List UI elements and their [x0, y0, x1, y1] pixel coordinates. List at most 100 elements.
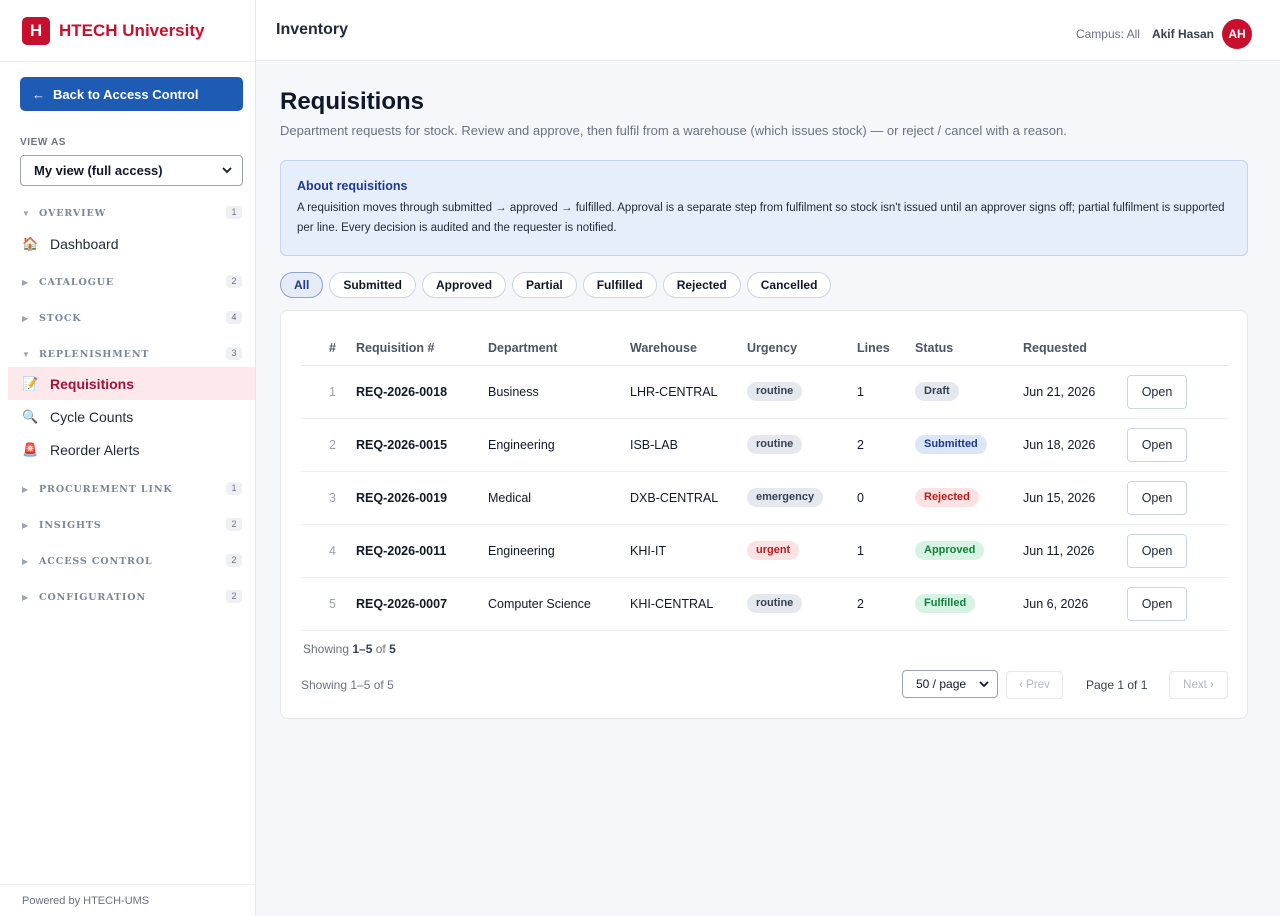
- nav-section-overview[interactable]: ▼ OVERVIEW 1: [0, 202, 256, 224]
- department: Medical: [488, 471, 630, 525]
- sidebar-footer: Powered by HTECH-UMS: [0, 884, 256, 916]
- sidebar-item-reorder-alerts[interactable]: 🚨 Reorder Alerts: [8, 433, 255, 466]
- nav-section-label: OVERVIEW: [39, 207, 107, 219]
- lines-count: 1: [857, 365, 915, 419]
- nav-section-stock[interactable]: ▶ STOCK 4: [0, 307, 256, 329]
- department: Business: [488, 365, 630, 419]
- sidebar-item-dashboard[interactable]: 🏠 Dashboard: [8, 227, 255, 260]
- row-number: 5: [301, 577, 356, 631]
- prev-page-button[interactable]: ‹ Prev: [1006, 671, 1063, 699]
- open-button[interactable]: Open: [1127, 480, 1187, 515]
- nav-section-catalogue[interactable]: ▶ CATALOGUE 2: [0, 271, 256, 293]
- nav-section-label: CATALOGUE: [39, 276, 115, 288]
- nav-section-label: CONFIGURATION: [39, 591, 147, 603]
- page-subtitle: Department requests for stock. Review an…: [280, 123, 1067, 138]
- table-row[interactable]: 4 REQ-2026-0011 Engineering KHI-IT urgen…: [301, 524, 1228, 578]
- sidebar-item-label: Reorder Alerts: [50, 441, 140, 458]
- memo-icon: 📝: [22, 375, 39, 391]
- nav-section-replenishment[interactable]: ▼ REPLENISHMENT 3: [0, 343, 256, 365]
- requested-date: Jun 11, 2026: [1023, 524, 1127, 578]
- sidebar-item-cycle-counts[interactable]: 🔍 Cycle Counts: [8, 400, 255, 433]
- sidebar-item-label: Requisitions: [50, 375, 135, 392]
- nav-section-access-control[interactable]: ▶ ACCESS CONTROL 2: [0, 550, 256, 572]
- info-text: A requisition moves through submitted → …: [297, 202, 1225, 234]
- filter-partial[interactable]: Partial: [512, 272, 577, 298]
- warehouse: KHI-CENTRAL: [630, 577, 747, 631]
- open-button[interactable]: Open: [1127, 586, 1187, 621]
- triangle-right-icon: ▶: [22, 484, 29, 494]
- filter-submitted[interactable]: Submitted: [329, 272, 417, 298]
- nav-section-procurement-link[interactable]: ▶ PROCUREMENT LINK 1: [0, 478, 256, 500]
- requisition-id: REQ-2026-0015: [356, 418, 488, 472]
- requisition-id: REQ-2026-0011: [356, 524, 488, 578]
- open-button[interactable]: Open: [1127, 374, 1187, 409]
- open-button[interactable]: Open: [1127, 427, 1187, 462]
- filter-rejected[interactable]: Rejected: [662, 272, 741, 298]
- row-number: 2: [301, 418, 356, 472]
- chevron-down-icon: [222, 167, 232, 174]
- page-title: Requisitions: [280, 88, 425, 115]
- sidebar-item-label: Dashboard: [50, 235, 119, 252]
- sidebar-item-label: Cycle Counts: [50, 408, 134, 425]
- info-box: About requisitions A requisition moves t…: [280, 160, 1248, 256]
- table-row[interactable]: 3 REQ-2026-0019 Medical DXB-CENTRAL emer…: [301, 471, 1228, 525]
- open-button[interactable]: Open: [1127, 533, 1187, 568]
- showing-prefix: Showing: [303, 642, 353, 656]
- campus-indicator[interactable]: Campus: All: [1076, 27, 1140, 41]
- per-page-select[interactable]: 50 / page: [902, 670, 998, 698]
- nav-section-label: ACCESS CONTROL: [39, 555, 153, 567]
- nav-section-count: 2: [226, 590, 242, 603]
- status-badge: Draft: [915, 382, 959, 401]
- back-button-label: Back to Access Control: [53, 86, 199, 102]
- urgency-badge: routine: [747, 594, 803, 613]
- nav-section-count: 3: [226, 347, 242, 360]
- table-row[interactable]: 1 REQ-2026-0018 Business LHR-CENTRAL rou…: [301, 365, 1228, 419]
- brand-name: HTECH University: [59, 20, 205, 40]
- status-filter-bar: All Submitted Approved Partial Fulfilled…: [280, 272, 837, 298]
- lines-count: 2: [857, 577, 915, 631]
- brand[interactable]: H HTECH University: [0, 0, 255, 62]
- table-row[interactable]: 2 REQ-2026-0015 Engineering ISB-LAB rout…: [301, 418, 1228, 472]
- requested-date: Jun 6, 2026: [1023, 577, 1127, 631]
- column-header-warehouse: Warehouse: [630, 331, 747, 366]
- sidebar-item-requisitions[interactable]: 📝 Requisitions: [8, 367, 255, 400]
- back-to-access-control-button[interactable]: ← Back to Access Control: [20, 77, 243, 111]
- per-page-value: 50 / page: [916, 677, 967, 691]
- nav-section-insights[interactable]: ▶ INSIGHTS 2: [0, 514, 256, 536]
- chevron-down-icon: [979, 681, 989, 688]
- status-badge: Approved: [915, 541, 985, 560]
- next-page-button[interactable]: Next ›: [1169, 671, 1228, 699]
- triangle-right-icon: ▶: [22, 556, 29, 566]
- requisitions-card: # Requisition # Department Warehouse Urg…: [280, 310, 1248, 719]
- filter-approved[interactable]: Approved: [422, 272, 507, 298]
- requested-date: Jun 21, 2026: [1023, 365, 1127, 419]
- view-as-select[interactable]: My view (full access): [20, 155, 243, 186]
- column-header-status: Status: [915, 331, 1023, 366]
- page-indicator: Page 1 of 1: [1086, 678, 1148, 692]
- info-title: About requisitions: [297, 179, 408, 193]
- nav-section-configuration[interactable]: ▶ CONFIGURATION 2: [0, 586, 256, 608]
- table-row[interactable]: 5 REQ-2026-0007 Computer Science KHI-CEN…: [301, 577, 1228, 631]
- filter-fulfilled[interactable]: Fulfilled: [582, 272, 657, 298]
- nav-section-label: INSIGHTS: [39, 519, 102, 531]
- arrow-left-icon: ←: [32, 86, 45, 102]
- warehouse: LHR-CENTRAL: [630, 365, 747, 419]
- user-name: Akif Hasan: [1151, 27, 1214, 41]
- column-header-requisition: Requisition #: [356, 331, 488, 366]
- triangle-down-icon: ▼: [22, 349, 30, 359]
- topbar: Inventory Campus: All Akif Hasan AH: [256, 0, 1280, 61]
- filter-all[interactable]: All: [280, 272, 324, 298]
- showing-total: 5: [389, 642, 396, 656]
- avatar[interactable]: AH: [1222, 19, 1252, 49]
- urgency-badge: emergency: [747, 488, 824, 507]
- warehouse: ISB-LAB: [630, 418, 747, 472]
- lines-count: 2: [857, 418, 915, 472]
- nav-section-label: REPLENISHMENT: [39, 348, 150, 360]
- column-header-requested: Requested: [1023, 331, 1127, 366]
- filter-cancelled[interactable]: Cancelled: [746, 272, 832, 298]
- lines-count: 0: [857, 471, 915, 525]
- brand-logo-icon: H: [22, 16, 50, 45]
- nav-section-count: 4: [226, 311, 242, 324]
- table-header-row: # Requisition # Department Warehouse Urg…: [301, 331, 1228, 366]
- pagination-showing: Showing 1–5 of 5: [301, 678, 394, 692]
